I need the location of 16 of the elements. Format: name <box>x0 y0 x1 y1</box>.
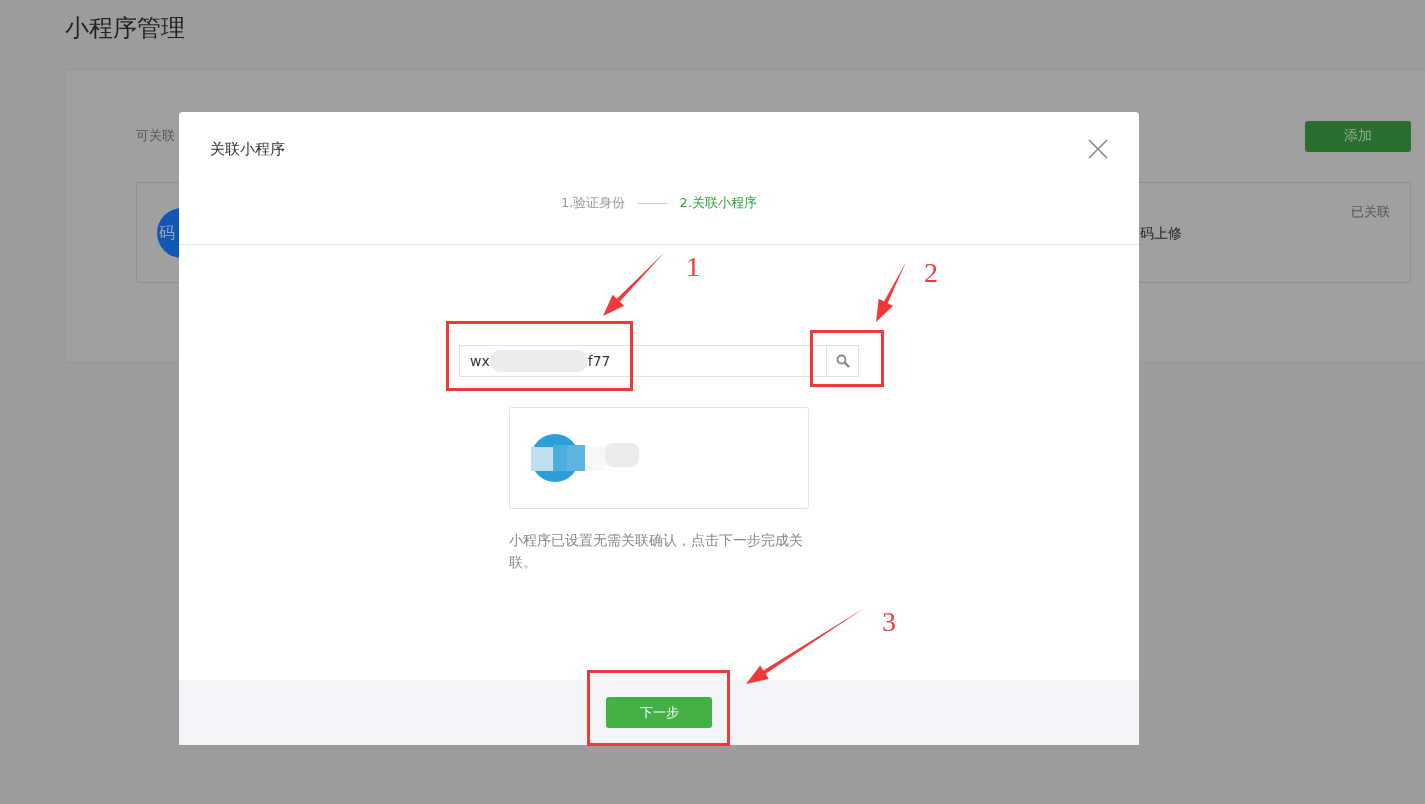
hint-text: 小程序已设置无需关联确认，点击下一步完成关联。 <box>509 531 804 572</box>
step-connector <box>637 202 668 204</box>
callout-number: 2 <box>924 258 938 288</box>
step-label: 2.关联小程序 <box>679 194 757 212</box>
next-button[interactable]: 下一步 <box>606 697 712 728</box>
add-button[interactable]: 添加 <box>1305 120 1411 152</box>
close-button[interactable] <box>1087 138 1109 160</box>
program-name: 码上修 <box>1140 225 1182 243</box>
dialog-title: 关联小程序 <box>210 139 285 159</box>
panel-label: 可关联 <box>136 127 175 145</box>
arrow <box>603 252 665 316</box>
step-label: 1.验证身份 <box>561 194 626 212</box>
status-label: 已关联 <box>1351 203 1390 221</box>
callout-number: 1 <box>686 252 700 282</box>
callout-number: 3 <box>882 607 896 637</box>
page-title: 小程序管理 <box>65 13 186 44</box>
